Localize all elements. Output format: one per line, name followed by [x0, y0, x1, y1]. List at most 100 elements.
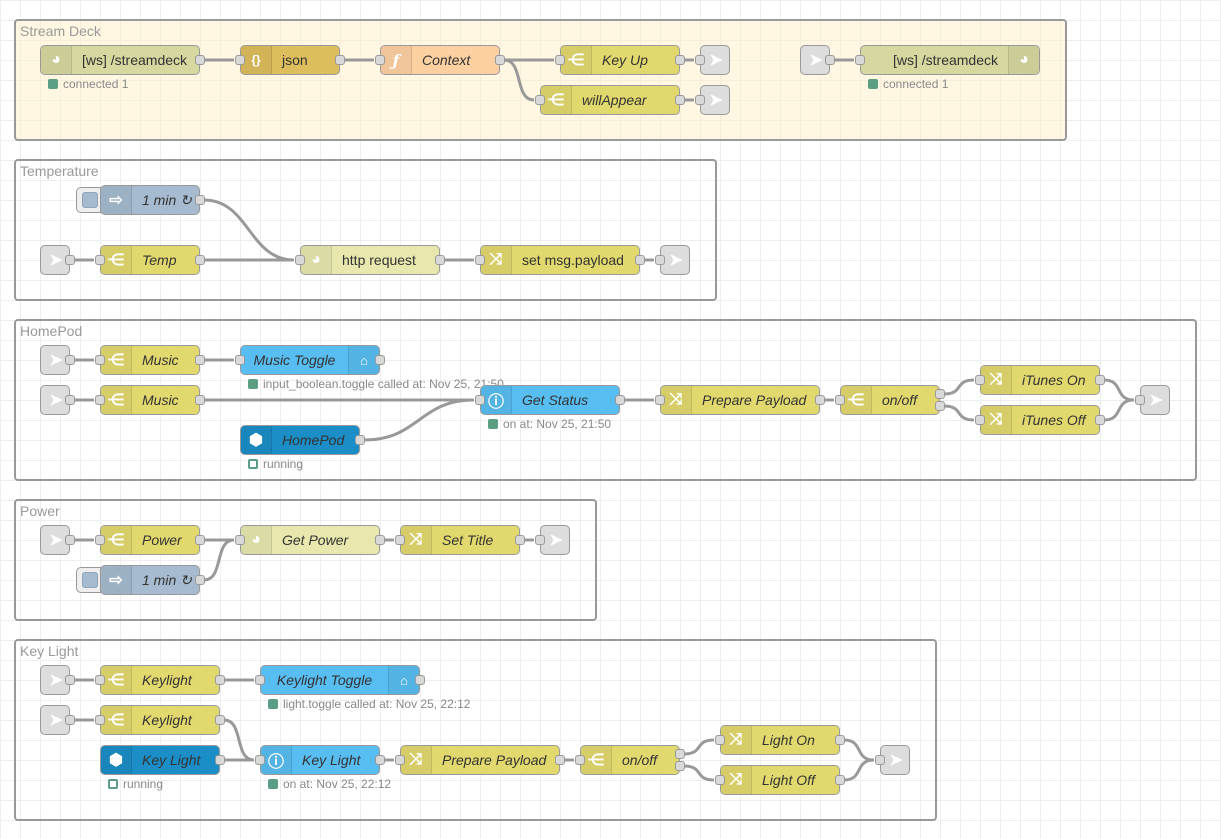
output-port[interactable] — [195, 575, 205, 585]
input-port[interactable] — [655, 255, 665, 265]
output-port-2[interactable] — [675, 761, 685, 771]
node-link-out[interactable]: ➤ — [535, 525, 570, 555]
group-temperature[interactable]: Temperature — [14, 159, 717, 301]
input-port[interactable] — [255, 755, 265, 765]
node-link-out[interactable]: ➤ — [655, 245, 690, 275]
node-switch-keylight[interactable]: ⋲ Keylight — [95, 705, 225, 735]
output-port-1[interactable] — [935, 389, 945, 399]
input-port[interactable] — [695, 95, 705, 105]
output-port[interactable] — [375, 355, 385, 365]
input-port[interactable] — [235, 535, 245, 545]
node-json[interactable]: {} json — [235, 45, 345, 75]
input-port[interactable] — [235, 355, 245, 365]
node-call-service-music-toggle[interactable]: ⌂ Music Toggle — [235, 345, 385, 375]
node-change-light-off[interactable]: ⤨ Light Off — [715, 765, 845, 795]
output-port[interactable] — [335, 55, 345, 65]
output-port[interactable] — [635, 255, 645, 265]
output-port[interactable] — [65, 395, 75, 405]
node-switch-temp[interactable]: ⋲ Temp — [95, 245, 205, 275]
output-port[interactable] — [65, 675, 75, 685]
output-port[interactable] — [495, 55, 505, 65]
output-port[interactable] — [195, 55, 205, 65]
node-link-in[interactable]: ➤ — [40, 385, 75, 415]
input-port[interactable] — [535, 535, 545, 545]
node-change-set-title[interactable]: ⤨ Set Title — [395, 525, 525, 555]
node-call-service-keylight-toggle[interactable]: ⌂ Keylight Toggle — [255, 665, 425, 695]
output-port[interactable] — [375, 755, 385, 765]
input-port[interactable] — [95, 715, 105, 725]
output-port[interactable] — [1095, 415, 1105, 425]
node-switch-music[interactable]: ⋲ Music — [95, 385, 205, 415]
node-change-itunes-off[interactable]: ⤨ iTunes Off — [975, 405, 1105, 435]
node-switch-keylight[interactable]: ⋲ Keylight — [95, 665, 225, 695]
input-port[interactable] — [255, 675, 265, 685]
output-port[interactable] — [555, 755, 565, 765]
node-switch-power[interactable]: ⋲ Power — [95, 525, 205, 555]
output-port[interactable] — [195, 395, 205, 405]
input-port[interactable] — [235, 55, 245, 65]
output-port[interactable] — [415, 675, 425, 685]
output-port[interactable] — [355, 435, 365, 445]
output-port[interactable] — [825, 55, 835, 65]
input-port[interactable] — [695, 55, 705, 65]
node-switch-on-off[interactable]: ⋲ on/off — [835, 385, 945, 415]
node-switch-willappear[interactable]: ⋲ willAppear — [535, 85, 685, 115]
node-link-out[interactable]: ➤ — [875, 745, 910, 775]
node-link-in[interactable]: ➤ — [40, 525, 75, 555]
output-port[interactable] — [65, 255, 75, 265]
output-port[interactable] — [675, 55, 685, 65]
input-port[interactable] — [975, 415, 985, 425]
node-function-context[interactable]: ƒ Context — [375, 45, 505, 75]
input-port[interactable] — [575, 755, 585, 765]
group-power[interactable]: Power — [14, 499, 597, 621]
node-link-out[interactable]: ➤ — [1135, 385, 1170, 415]
node-current-state-key-light[interactable]: ⓘ Key Light — [255, 745, 385, 775]
output-port[interactable] — [215, 675, 225, 685]
input-port[interactable] — [395, 755, 405, 765]
input-port[interactable] — [395, 535, 405, 545]
input-port[interactable] — [535, 95, 545, 105]
node-current-state-get-status[interactable]: ⓘ Get Status — [475, 385, 625, 415]
output-port[interactable] — [835, 735, 845, 745]
output-port-2[interactable] — [935, 401, 945, 411]
input-port[interactable] — [715, 735, 725, 745]
node-change-itunes-on[interactable]: ⤨ iTunes On — [975, 365, 1105, 395]
input-port[interactable] — [875, 755, 885, 765]
node-link-in[interactable]: ➤ — [40, 665, 75, 695]
input-port[interactable] — [1135, 395, 1145, 405]
output-port[interactable] — [615, 395, 625, 405]
node-http-get-power[interactable]: ◕ Get Power — [235, 525, 385, 555]
node-switch-keyup[interactable]: ⋲ Key Up — [555, 45, 685, 75]
node-websocket-in[interactable]: ◕ [ws] /streamdeck — [40, 45, 205, 75]
input-port[interactable] — [95, 395, 105, 405]
node-link-out[interactable]: ➤ — [695, 85, 730, 115]
node-inject[interactable]: ⇨ 1 min ↻ — [100, 565, 205, 595]
output-port[interactable] — [515, 535, 525, 545]
node-change-light-on[interactable]: ⤨ Light On — [715, 725, 845, 755]
inject-trigger-button[interactable] — [76, 187, 101, 213]
output-port[interactable] — [835, 775, 845, 785]
output-port[interactable] — [215, 755, 225, 765]
output-port[interactable] — [815, 395, 825, 405]
node-http-request[interactable]: ◕ http request — [295, 245, 445, 275]
input-port[interactable] — [975, 375, 985, 385]
output-port[interactable] — [435, 255, 445, 265]
node-switch-music[interactable]: ⋲ Music — [95, 345, 205, 375]
node-inject[interactable]: ⇨ 1 min ↻ — [100, 185, 205, 215]
node-link-in[interactable]: ➤ — [40, 345, 75, 375]
node-link-out[interactable]: ➤ — [695, 45, 730, 75]
node-ha-server-homepod[interactable]: ⬢ HomePod — [240, 425, 365, 455]
input-port[interactable] — [715, 775, 725, 785]
node-switch-on-off[interactable]: ⋲ on/off — [575, 745, 685, 775]
input-port[interactable] — [475, 395, 485, 405]
output-port[interactable] — [375, 535, 385, 545]
node-link-in[interactable]: ➤ — [800, 45, 835, 75]
output-port[interactable] — [1095, 375, 1105, 385]
output-port[interactable] — [195, 195, 205, 205]
output-port[interactable] — [65, 535, 75, 545]
output-port[interactable] — [195, 355, 205, 365]
output-port[interactable] — [65, 355, 75, 365]
node-websocket-out[interactable]: ◕ [ws] /streamdeck — [855, 45, 1040, 75]
input-port[interactable] — [95, 675, 105, 685]
input-port[interactable] — [475, 255, 485, 265]
